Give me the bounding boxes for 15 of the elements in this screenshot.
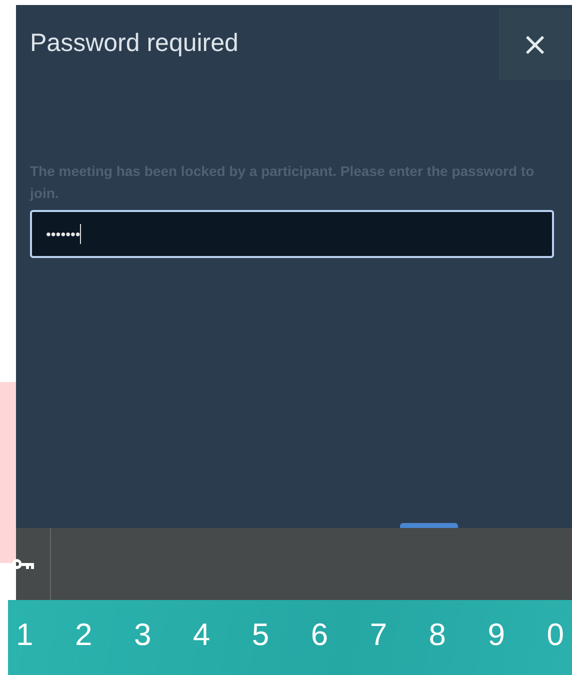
drag-handle[interactable] bbox=[400, 523, 458, 528]
number-key[interactable]: 4 bbox=[184, 616, 218, 652]
number-key[interactable]: 2 bbox=[66, 616, 100, 652]
number-key[interactable]: 5 bbox=[244, 616, 278, 652]
number-key[interactable]: 9 bbox=[480, 616, 513, 652]
password-field[interactable]: ••••••• bbox=[30, 210, 554, 258]
number-key[interactable]: 8 bbox=[420, 616, 454, 652]
close-button[interactable]: × bbox=[499, 8, 571, 80]
number-key[interactable]: 3 bbox=[126, 616, 160, 652]
dialog-title: Password required bbox=[30, 29, 238, 58]
number-key[interactable]: 6 bbox=[302, 616, 336, 652]
number-key[interactable]: 1 bbox=[8, 616, 42, 652]
number-key[interactable]: 0 bbox=[538, 616, 572, 652]
number-key[interactable]: 7 bbox=[362, 616, 396, 652]
key-icon[interactable] bbox=[12, 558, 36, 570]
